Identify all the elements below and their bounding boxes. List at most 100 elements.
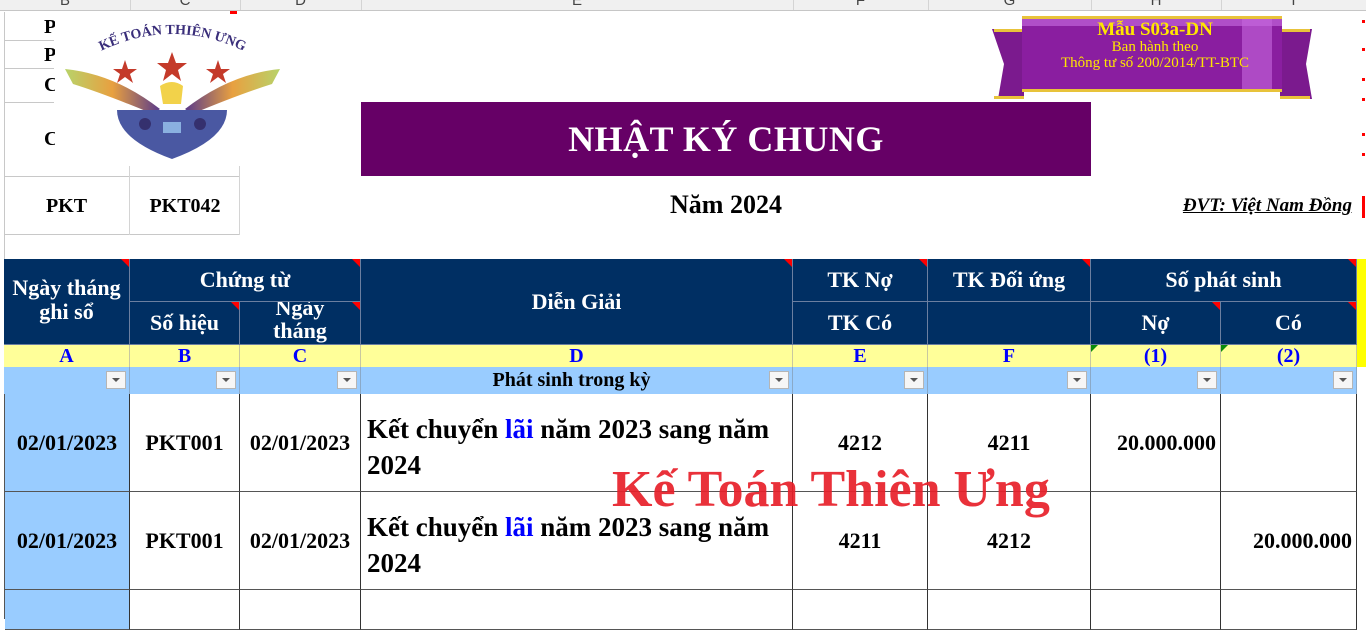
cell-debit[interactable] — [1091, 590, 1221, 630]
filter-dropdown-button[interactable] — [1067, 371, 1087, 389]
header-voucher-date[interactable]: Ngày tháng — [240, 302, 361, 345]
description-highlight: lãi — [505, 511, 534, 542]
voucher-type-cell[interactable]: PKT — [4, 195, 129, 218]
column-header-strip: B C D E F G H I — [0, 0, 1366, 11]
cell-voucher-date[interactable]: 02/01/2023 — [240, 492, 361, 590]
header-voucher-date-label: Ngày tháng — [273, 302, 327, 344]
header-debit[interactable]: Nợ — [1091, 302, 1221, 345]
comment-indicator — [784, 259, 792, 267]
index-cell-D: D — [361, 345, 793, 367]
header-voucher-no-label: Số hiệu — [149, 310, 220, 336]
voucher-number-cell[interactable]: PKT042 — [130, 195, 240, 218]
cell-voucher-no[interactable]: PKT001 — [130, 492, 240, 590]
header-description[interactable]: Diễn Giải — [361, 259, 793, 345]
chevron-down-icon — [222, 378, 230, 382]
header-tk-doi-ung-label: TK Đối ứng — [952, 267, 1066, 293]
cell-voucher-date[interactable] — [240, 590, 361, 630]
index-cell-2: (2) — [1221, 345, 1357, 367]
column-letter-H[interactable]: H — [1091, 0, 1222, 10]
column-letter-I[interactable]: I — [1221, 0, 1366, 10]
cell-date-recorded[interactable] — [5, 590, 130, 630]
column-letter-D[interactable]: D — [240, 0, 362, 10]
header-tk-no[interactable]: TK Nợ — [793, 259, 928, 302]
logo-arc-text: KẾ TOÁN THIÊN ƯNG — [97, 22, 249, 54]
filter-dropdown-button[interactable] — [904, 371, 924, 389]
column-letter-E[interactable]: E — [361, 0, 794, 10]
cell-credit[interactable] — [1221, 590, 1357, 630]
chevron-down-icon — [775, 378, 783, 382]
grid-line — [4, 234, 240, 235]
header-tk-doi-ung-sub — [928, 302, 1091, 345]
cell-description[interactable] — [361, 590, 793, 630]
filter-cell-date-recorded — [4, 367, 130, 394]
chevron-down-icon — [1073, 378, 1081, 382]
grid-line — [4, 12, 5, 259]
index-label-2: (2) — [1276, 344, 1301, 367]
header-date-recorded[interactable]: Ngày tháng ghi sổ — [4, 259, 130, 345]
cell-voucher-no[interactable]: PKT001 — [130, 394, 240, 492]
header-voucher-group: Chứng từ — [130, 259, 361, 302]
comment-indicator — [352, 259, 360, 267]
header-tk-co[interactable]: TK Có — [793, 302, 928, 345]
chevron-down-icon — [343, 378, 351, 382]
header-credit[interactable]: Có — [1221, 302, 1357, 345]
cell-date-recorded[interactable]: 02/01/2023 — [5, 492, 130, 590]
cell-credit[interactable] — [1221, 394, 1357, 492]
index-cell-B: B — [130, 345, 240, 367]
comment-indicator — [1362, 153, 1365, 156]
index-cell-C: C — [240, 345, 361, 367]
column-letter-G[interactable]: G — [928, 0, 1092, 10]
index-cell-A: A — [4, 345, 130, 367]
form-code: Mẫu S03a-DN — [1097, 19, 1213, 40]
cell-voucher-no[interactable] — [130, 590, 240, 630]
comment-indicator — [1362, 78, 1365, 81]
comment-indicator — [1362, 20, 1365, 23]
form-code-block: Mẫu S03a-DN Ban hành theo Thông tư số 20… — [1040, 20, 1270, 71]
filter-dropdown-button[interactable] — [337, 371, 357, 389]
cell-voucher-date[interactable]: 02/01/2023 — [240, 394, 361, 492]
grid-line — [4, 176, 240, 177]
index-cell-1: (1) — [1091, 345, 1221, 367]
cell-debit[interactable] — [1091, 492, 1221, 590]
cell-debit[interactable]: 20.000.000 — [1091, 394, 1221, 492]
comment-indicator — [1212, 302, 1220, 310]
svg-text:KẾ TOÁN THIÊN ƯNG: KẾ TOÁN THIÊN ƯNG — [97, 22, 249, 54]
chevron-down-icon — [1203, 378, 1211, 382]
comment-indicator — [1348, 302, 1356, 310]
cell-account[interactable] — [793, 590, 928, 630]
comment-indicator — [1348, 259, 1356, 267]
filter-cell-tk-doi-ung — [928, 367, 1091, 394]
header-amount-group-label: Số phát sinh — [1165, 267, 1282, 293]
form-issued-by: Ban hành theo — [1111, 38, 1199, 55]
column-letter-C[interactable]: C — [130, 0, 241, 10]
report-year: Năm 2024 — [670, 190, 782, 219]
yellow-edge-cell — [1357, 259, 1366, 367]
header-tk-doi-ung[interactable]: TK Đối ứng — [928, 259, 1091, 302]
header-voucher-no[interactable]: Số hiệu — [130, 302, 240, 345]
filter-dropdown-button[interactable] — [216, 371, 236, 389]
chevron-down-icon — [910, 378, 918, 382]
header-credit-label: Có — [1275, 310, 1302, 336]
header-voucher-group-label: Chứng từ — [199, 267, 291, 293]
filter-cell-description: Phát sinh trong kỳ — [361, 367, 793, 394]
currency-unit: ĐVT: Việt Nam Đồng — [1182, 195, 1352, 216]
header-description-label: Diễn Giải — [531, 288, 622, 314]
filter-dropdown-button[interactable] — [769, 371, 789, 389]
grid-line — [4, 102, 54, 103]
filter-dropdown-button[interactable] — [1333, 371, 1353, 389]
column-letter-F[interactable]: F — [793, 0, 929, 10]
description-highlight: lãi — [505, 413, 534, 444]
column-letter-B[interactable]: B — [0, 0, 131, 10]
cell-credit[interactable]: 20.000.000 — [1221, 492, 1357, 590]
filter-cell-debit — [1091, 367, 1221, 394]
company-logo: KẾ TOÁN THIÊN ƯNG — [55, 14, 290, 159]
cell-date-recorded[interactable]: 02/01/2023 — [5, 394, 130, 492]
comment-indicator — [352, 302, 360, 310]
index-cell-F: F — [928, 345, 1091, 367]
cell-counter-account[interactable] — [928, 590, 1091, 630]
filter-dropdown-button[interactable] — [106, 371, 126, 389]
grid-line — [4, 68, 54, 69]
filter-dropdown-button[interactable] — [1197, 371, 1217, 389]
form-circular: Thông tư số 200/2014/TT-BTC — [1061, 54, 1249, 71]
header-tk-no-label: TK Nợ — [827, 267, 893, 293]
